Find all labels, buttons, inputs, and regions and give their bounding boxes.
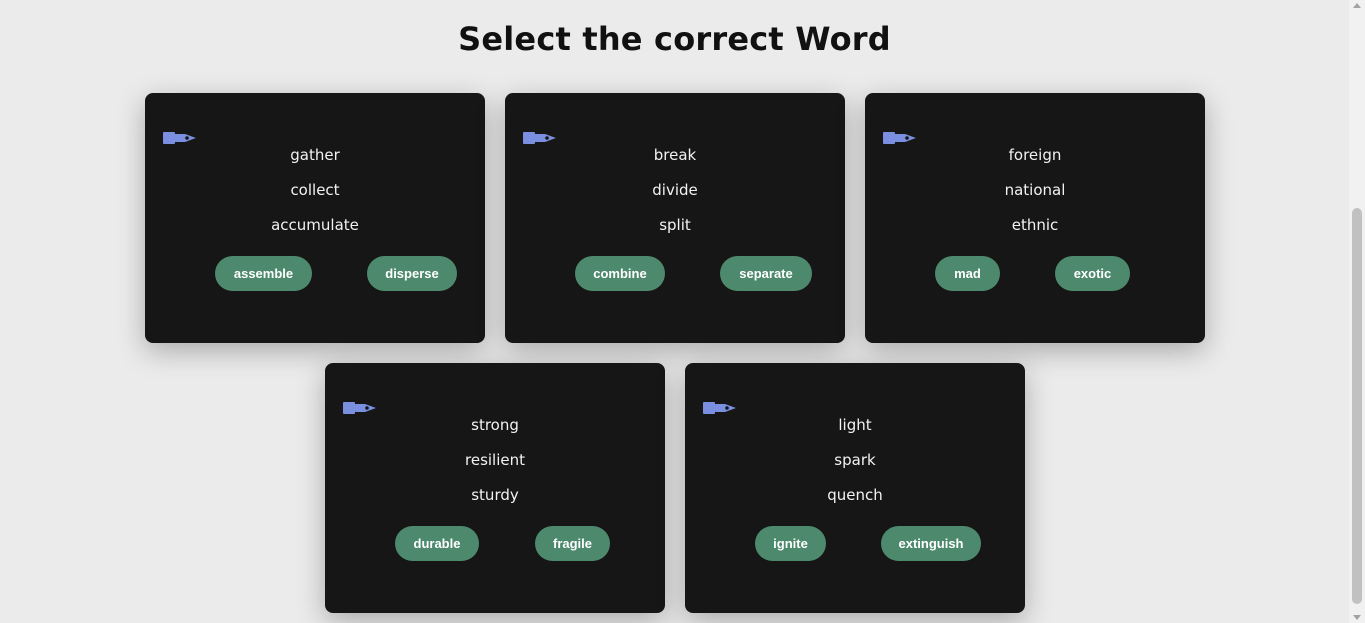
pen-nib-icon [883, 132, 916, 144]
pen-nib-icon [703, 402, 736, 414]
word-card: foreign national ethnic mad exotic [865, 93, 1205, 343]
word-item: collect [290, 181, 340, 199]
vertical-scrollbar[interactable] [1349, 0, 1365, 623]
scroll-up-arrow-icon[interactable] [1353, 3, 1361, 8]
word-item: resilient [465, 451, 525, 469]
pen-nib-icon [343, 402, 376, 414]
word-item: divide [652, 181, 698, 199]
option-button[interactable]: separate [720, 256, 812, 291]
word-item: strong [471, 416, 519, 434]
word-item: gather [290, 146, 340, 164]
word-item: accumulate [271, 216, 359, 234]
page-title: Select the correct Word [458, 20, 891, 58]
option-button[interactable]: disperse [367, 256, 457, 291]
word-card: strong resilient sturdy durable fragile [325, 363, 665, 613]
word-item: sturdy [471, 486, 519, 504]
option-button[interactable]: fragile [535, 526, 610, 561]
option-button[interactable]: ignite [755, 526, 826, 561]
word-list: break divide split [505, 144, 845, 249]
word-list: foreign national ethnic [865, 144, 1205, 249]
word-card: gather collect accumulate assemble dispe… [145, 93, 485, 343]
word-list: light spark quench [685, 414, 1025, 519]
scroll-thumb[interactable] [1352, 208, 1362, 604]
word-item: quench [827, 486, 883, 504]
word-item: national [1004, 181, 1066, 199]
word-item: light [838, 416, 872, 434]
pen-nib-icon [523, 132, 556, 144]
word-item: ethnic [1011, 216, 1059, 234]
word-card: light spark quench ignite extinguish [685, 363, 1025, 613]
option-button[interactable]: combine [575, 256, 665, 291]
option-button[interactable]: extinguish [881, 526, 981, 561]
word-item: break [653, 146, 697, 164]
word-card: break divide split combine separate [505, 93, 845, 343]
word-item: split [659, 216, 691, 234]
option-button[interactable]: durable [395, 526, 479, 561]
scroll-down-arrow-icon[interactable] [1353, 615, 1361, 620]
option-button[interactable]: exotic [1055, 256, 1130, 291]
pen-nib-icon [163, 132, 196, 144]
option-button[interactable]: assemble [215, 256, 312, 291]
word-list: strong resilient sturdy [325, 414, 665, 519]
word-item: spark [834, 451, 876, 469]
option-button[interactable]: mad [935, 256, 1000, 291]
word-list: gather collect accumulate [145, 144, 485, 249]
word-item: foreign [1008, 146, 1062, 164]
